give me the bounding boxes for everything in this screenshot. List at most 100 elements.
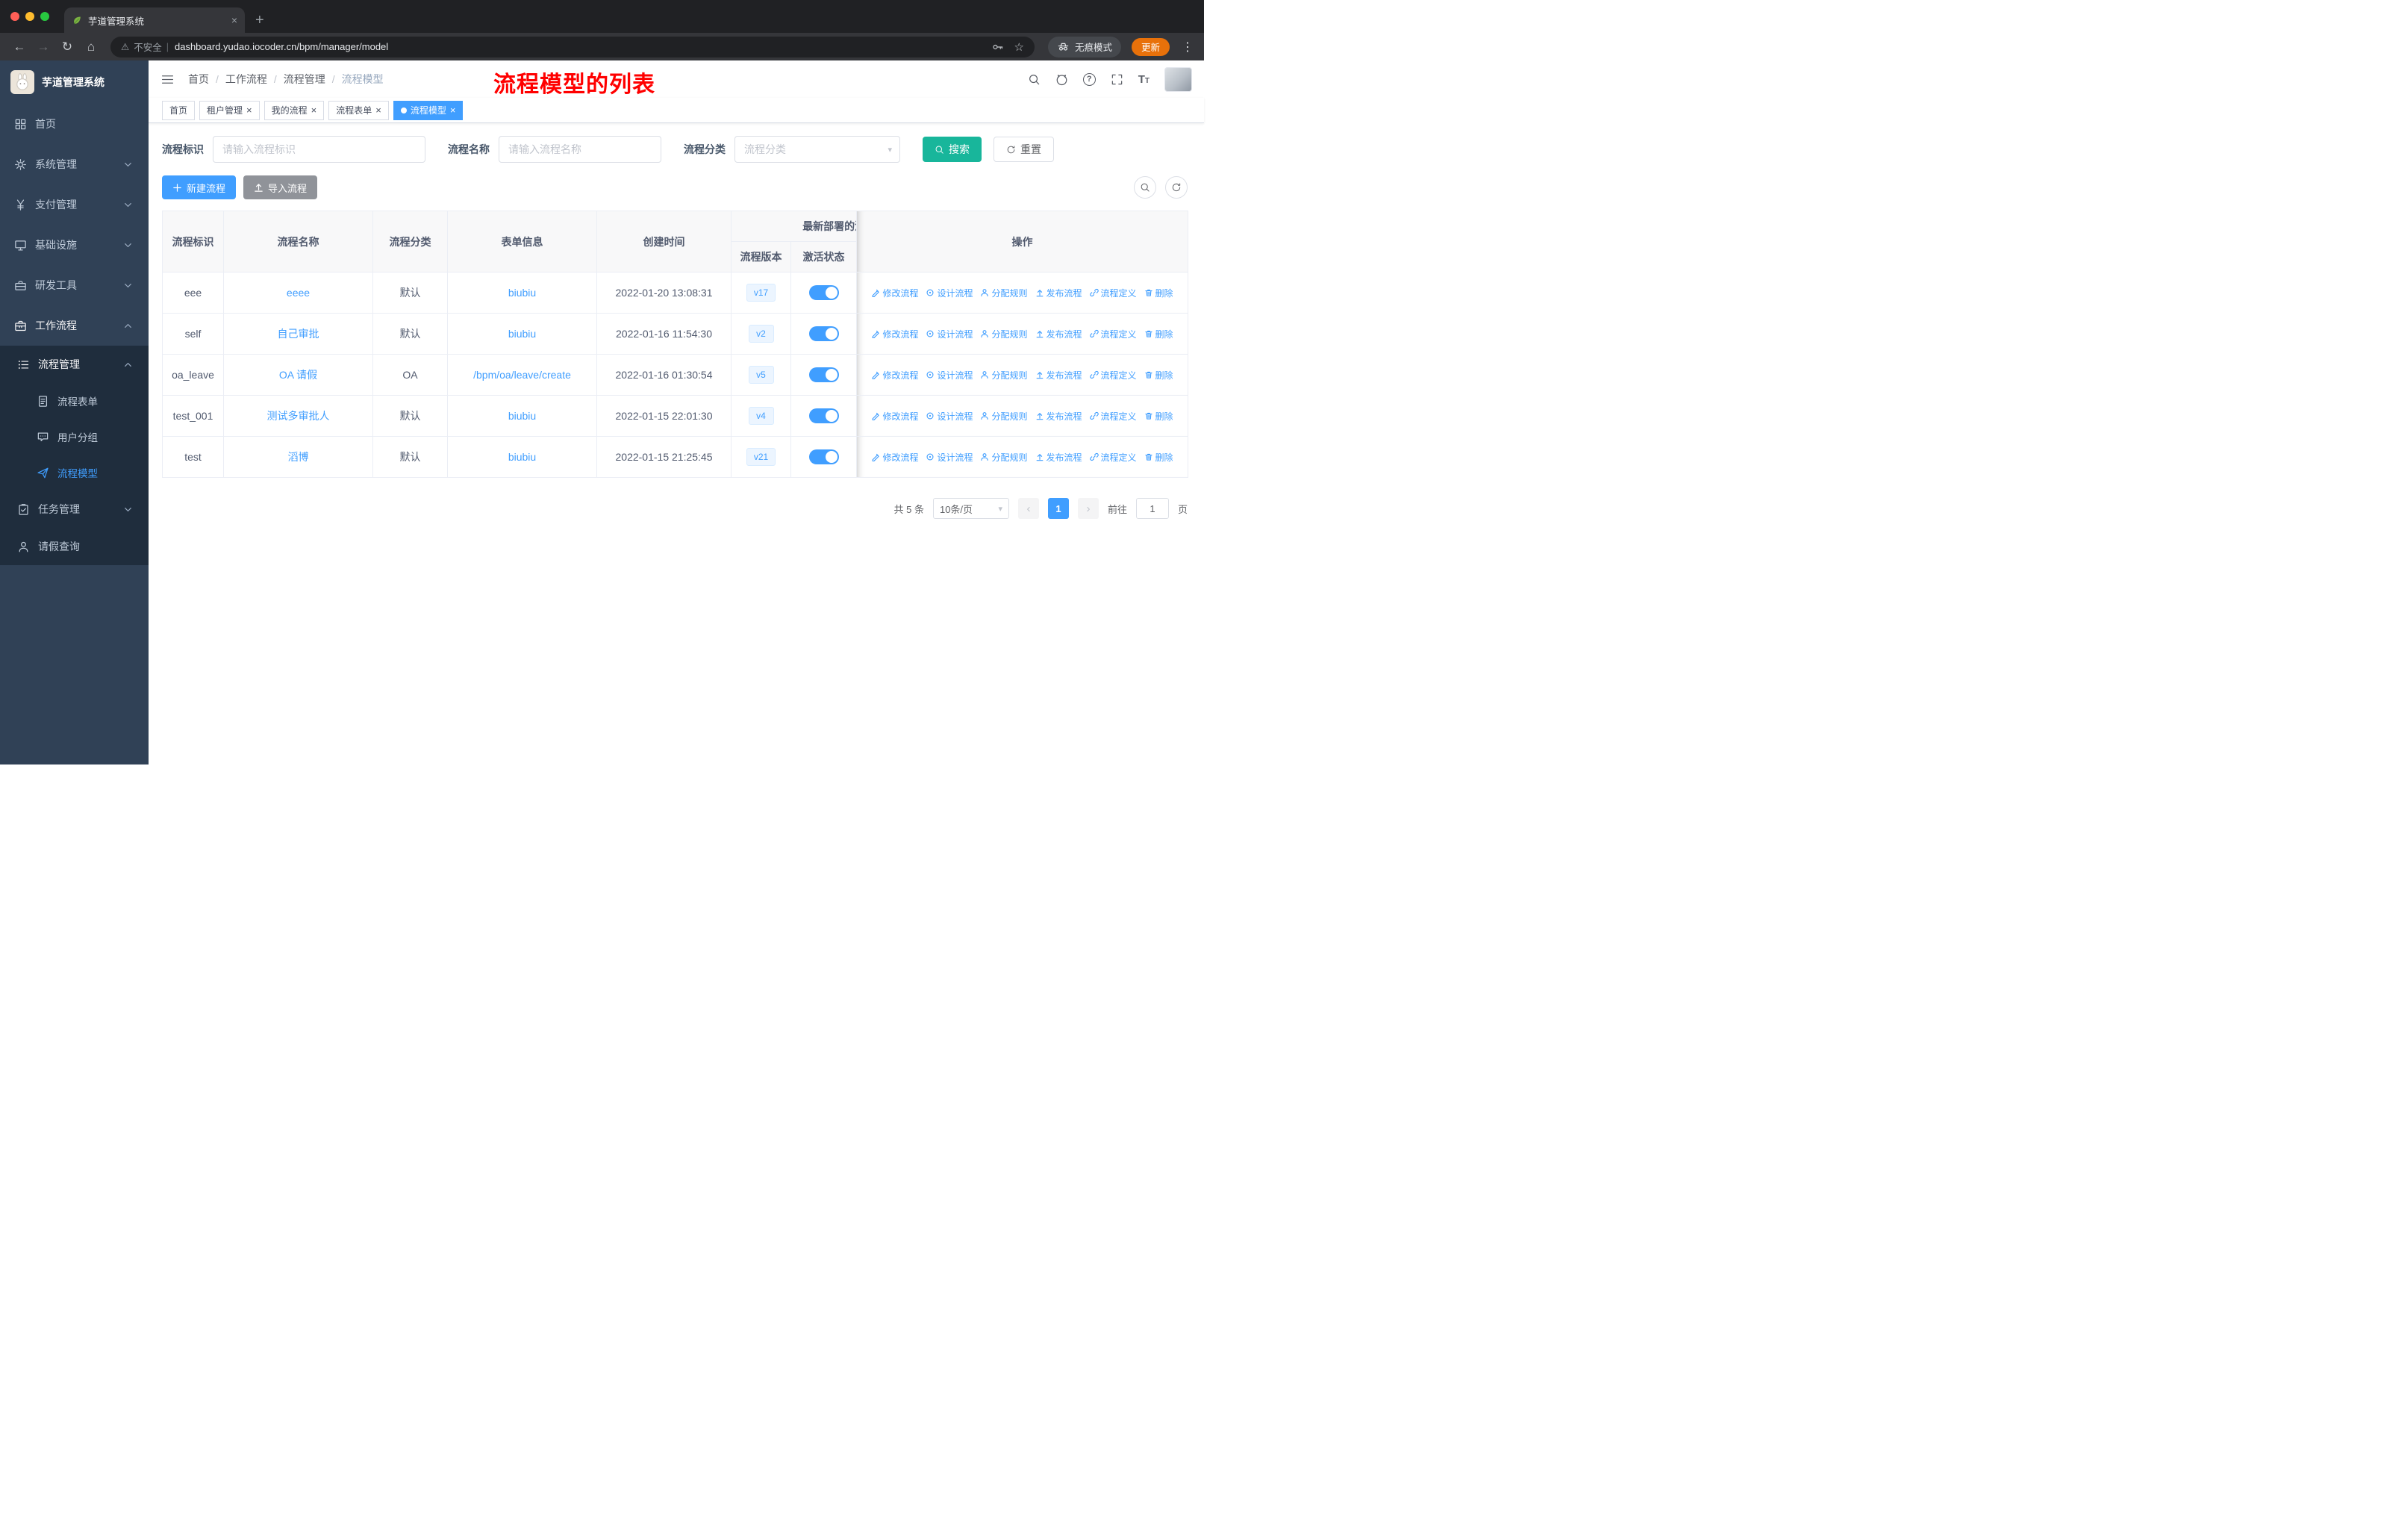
show-search-button[interactable]: [1134, 176, 1156, 199]
form-link[interactable]: biubiu: [508, 410, 536, 422]
action-edit-link[interactable]: 修改流程: [871, 369, 918, 382]
sidebar-item-workflow[interactable]: 工作流程: [0, 305, 149, 346]
form-link[interactable]: biubiu: [508, 328, 536, 340]
tag-close-icon[interactable]: ×: [375, 105, 381, 115]
tab-close-icon[interactable]: ×: [231, 14, 237, 26]
active-toggle[interactable]: [808, 449, 839, 464]
create-process-button[interactable]: 新建流程: [162, 175, 237, 199]
browser-tab[interactable]: 芋道管理系统 ×: [64, 7, 245, 33]
action-publish-link[interactable]: 发布流程: [1035, 328, 1082, 340]
tag-close-icon[interactable]: ×: [246, 105, 252, 115]
current-page-button[interactable]: 1: [1047, 498, 1069, 519]
breadcrumb-item[interactable]: 工作流程: [225, 72, 267, 87]
sidebar-item-user-group[interactable]: 用户分组: [0, 419, 149, 455]
bookmark-star-icon[interactable]: ☆: [1014, 40, 1024, 54]
tag-process-model[interactable]: 流程模型 ×: [393, 100, 464, 120]
action-delete-link[interactable]: 删除: [1144, 287, 1173, 299]
action-delete-link[interactable]: 删除: [1144, 410, 1173, 423]
tag-my-process[interactable]: 我的流程 ×: [263, 100, 325, 120]
active-toggle[interactable]: [808, 367, 839, 382]
password-key-icon[interactable]: [992, 41, 1004, 53]
action-assign-link[interactable]: 分配规则: [980, 328, 1028, 340]
sidebar-item-leave-query[interactable]: 请假查询: [0, 528, 149, 565]
form-link[interactable]: biubiu: [508, 287, 536, 299]
tag-close-icon[interactable]: ×: [450, 105, 456, 115]
action-assign-link[interactable]: 分配规则: [980, 451, 1028, 464]
process-name-link[interactable]: 滔博: [288, 451, 309, 463]
breadcrumb-item[interactable]: 流程管理: [284, 72, 325, 87]
refresh-table-button[interactable]: [1165, 176, 1188, 199]
sidebar-item-infrastructure[interactable]: 基础设施: [0, 225, 149, 265]
sidebar-item-devtools[interactable]: 研发工具: [0, 265, 149, 305]
form-link[interactable]: biubiu: [508, 451, 536, 463]
user-avatar[interactable]: [1164, 66, 1192, 92]
home-icon[interactable]: ⌂: [81, 40, 102, 55]
action-design-link[interactable]: 设计流程: [926, 287, 973, 299]
action-definition-link[interactable]: 流程定义: [1090, 451, 1137, 464]
sidebar-item-home[interactable]: 首页: [0, 104, 149, 144]
github-icon[interactable]: [1055, 73, 1068, 86]
url-text[interactable]: dashboard.yudao.iocoder.cn/bpm/manager/m…: [175, 41, 388, 52]
next-page-button[interactable]: ›: [1077, 498, 1099, 519]
page-size-select[interactable]: 10条/页 ▾: [932, 498, 1009, 519]
process-category-select[interactable]: 流程分类 ▾: [734, 136, 900, 163]
action-assign-link[interactable]: 分配规则: [980, 369, 1028, 382]
tag-tenant[interactable]: 租户管理 ×: [199, 100, 260, 120]
import-process-button[interactable]: 导入流程: [243, 175, 318, 199]
action-publish-link[interactable]: 发布流程: [1035, 369, 1082, 382]
sidebar-item-payment[interactable]: 支付管理: [0, 184, 149, 225]
active-toggle[interactable]: [808, 285, 839, 300]
action-edit-link[interactable]: 修改流程: [871, 410, 918, 423]
back-icon[interactable]: ←: [9, 40, 30, 55]
search-button[interactable]: 搜索: [923, 137, 982, 162]
reset-button[interactable]: 重置: [994, 137, 1054, 162]
new-tab-button[interactable]: +: [255, 13, 264, 28]
action-definition-link[interactable]: 流程定义: [1090, 369, 1137, 382]
help-icon[interactable]: ?: [1082, 72, 1096, 86]
sidebar-collapse-icon[interactable]: [160, 72, 175, 87]
sidebar-item-task-management[interactable]: 任务管理: [0, 491, 149, 528]
action-design-link[interactable]: 设计流程: [926, 369, 973, 382]
action-edit-link[interactable]: 修改流程: [871, 328, 918, 340]
process-name-link[interactable]: 测试多审批人: [267, 410, 330, 422]
address-bar[interactable]: ⚠ 不安全 | dashboard.yudao.iocoder.cn/bpm/m…: [110, 36, 1035, 57]
action-design-link[interactable]: 设计流程: [926, 328, 973, 340]
sidebar-item-process-management[interactable]: 流程管理: [0, 346, 149, 383]
window-zoom-button[interactable]: [40, 12, 49, 21]
action-edit-link[interactable]: 修改流程: [871, 451, 918, 464]
action-publish-link[interactable]: 发布流程: [1035, 410, 1082, 423]
browser-update-button[interactable]: 更新: [1131, 37, 1170, 56]
sidebar-item-process-model[interactable]: 流程模型: [0, 455, 149, 491]
process-name-link[interactable]: 自己审批: [278, 328, 319, 340]
forward-icon[interactable]: →: [33, 40, 54, 55]
tag-process-form[interactable]: 流程表单 ×: [328, 100, 389, 120]
action-assign-link[interactable]: 分配规则: [980, 410, 1028, 423]
browser-menu-icon[interactable]: ⋮: [1180, 40, 1195, 55]
action-edit-link[interactable]: 修改流程: [871, 287, 918, 299]
tag-home[interactable]: 首页: [162, 100, 196, 120]
process-id-input[interactable]: [213, 136, 425, 163]
action-assign-link[interactable]: 分配规则: [980, 287, 1028, 299]
active-toggle[interactable]: [808, 326, 839, 341]
search-icon[interactable]: [1028, 73, 1041, 86]
active-toggle[interactable]: [808, 408, 839, 423]
goto-page-input[interactable]: [1135, 498, 1169, 519]
action-design-link[interactable]: 设计流程: [926, 410, 973, 423]
reload-icon[interactable]: ↻: [57, 40, 78, 55]
process-name-input[interactable]: [499, 136, 661, 163]
sidebar-item-process-form[interactable]: 流程表单: [0, 383, 149, 419]
fullscreen-icon[interactable]: [1111, 73, 1123, 86]
process-name-link[interactable]: eeee: [287, 287, 310, 299]
form-link[interactable]: /bpm/oa/leave/create: [473, 369, 571, 381]
action-delete-link[interactable]: 删除: [1144, 328, 1173, 340]
text-size-icon[interactable]: TT: [1138, 73, 1150, 86]
sidebar-item-system[interactable]: 系统管理: [0, 144, 149, 184]
action-definition-link[interactable]: 流程定义: [1090, 410, 1137, 423]
window-close-button[interactable]: [10, 12, 19, 21]
action-publish-link[interactable]: 发布流程: [1035, 451, 1082, 464]
security-status[interactable]: ⚠ 不安全 |: [121, 40, 169, 54]
action-delete-link[interactable]: 删除: [1144, 451, 1173, 464]
action-definition-link[interactable]: 流程定义: [1090, 328, 1137, 340]
window-minimize-button[interactable]: [25, 12, 34, 21]
action-delete-link[interactable]: 删除: [1144, 369, 1173, 382]
